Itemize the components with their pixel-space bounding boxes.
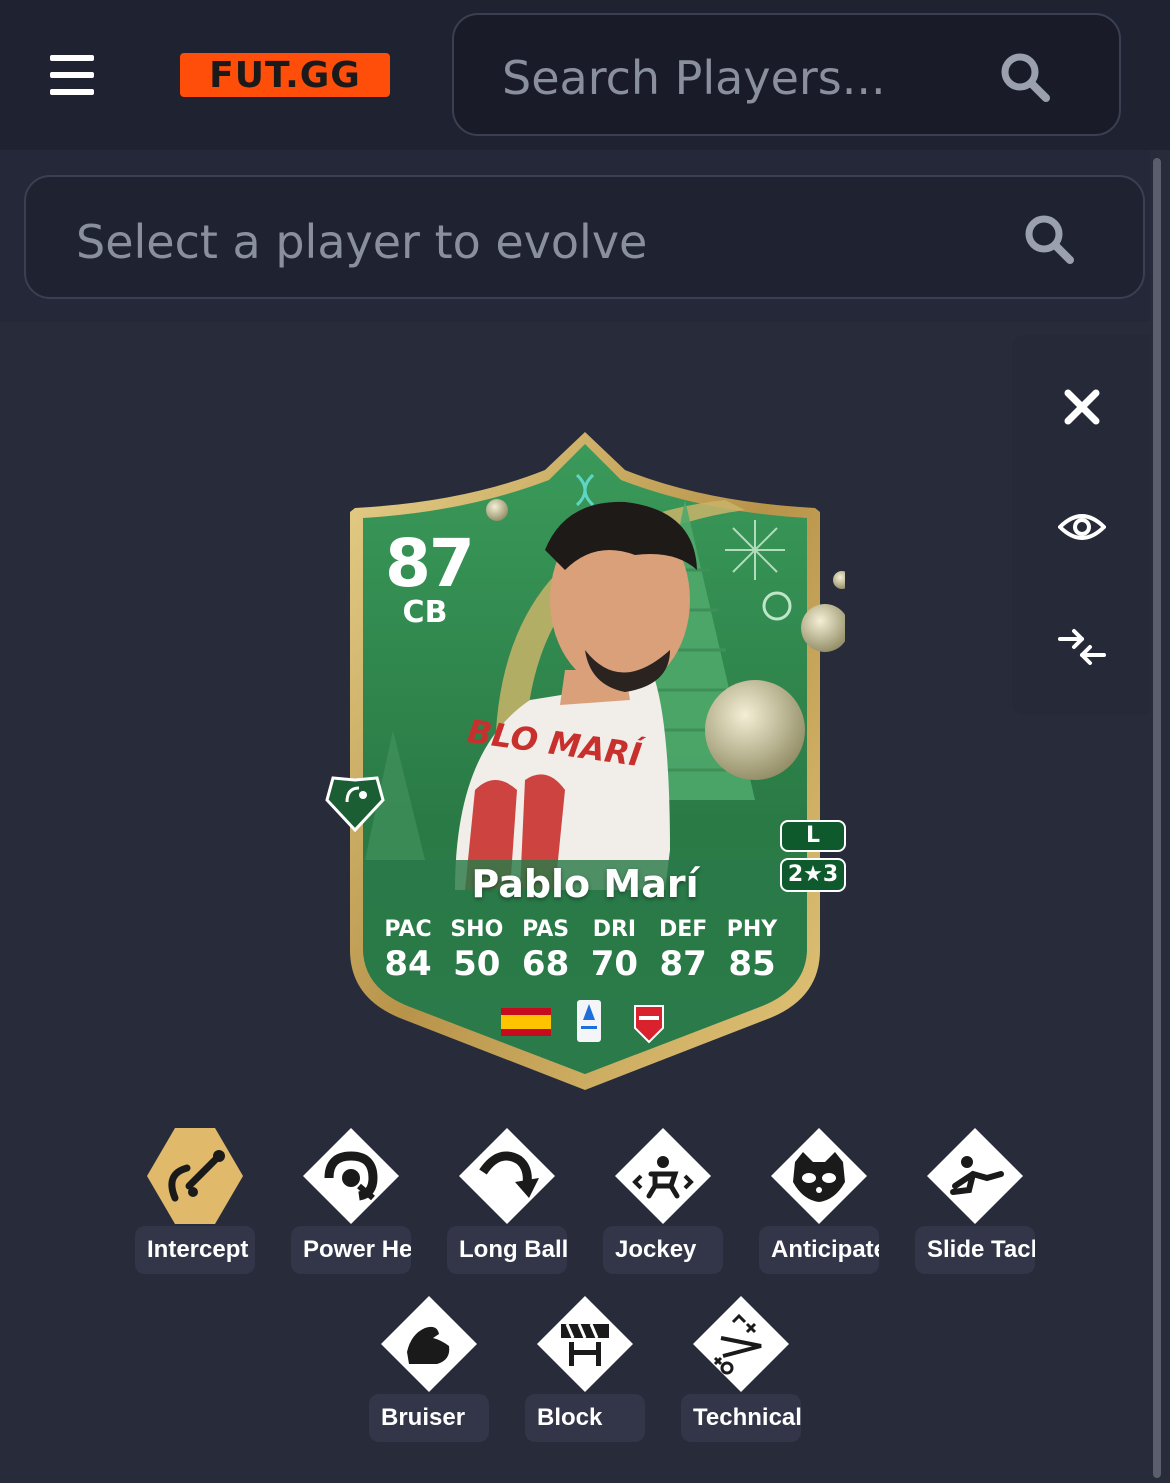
search-icon[interactable]	[1023, 213, 1075, 265]
evolve-player-input[interactable]: Select a player to evolve	[24, 175, 1145, 299]
stat-phy: PHY 85	[724, 917, 780, 984]
compare-button[interactable]	[1052, 617, 1112, 677]
scrollbar[interactable]	[1153, 158, 1161, 1478]
card-actions-panel	[1012, 335, 1150, 715]
evolve-placeholder: Select a player to evolve	[76, 215, 648, 269]
stat-label: PHY	[726, 917, 778, 942]
player-card[interactable]: BLO MARÍ 87 CB Pablo Marí PAC 84 SHO 50 PA…	[325, 430, 846, 1090]
playstyle-label: Technical	[681, 1394, 801, 1442]
block-icon	[537, 1296, 633, 1392]
playstyle-label: Slide Tackle	[915, 1226, 1035, 1274]
playstyle-label: Bruiser	[369, 1394, 489, 1442]
player-rating: 87	[385, 525, 475, 602]
playstyle-label: Long Ball Pass	[447, 1226, 567, 1274]
stat-pas: PAS 68	[518, 917, 574, 984]
search-icon[interactable]	[999, 51, 1051, 103]
intercept-icon	[147, 1128, 243, 1224]
logo[interactable]: FUT.GG	[180, 53, 390, 97]
stat-value: 70	[590, 944, 639, 984]
nation-flag-icon	[501, 1008, 551, 1036]
top-bar: FUT.GG Search Players...	[0, 0, 1170, 150]
anticipate-icon	[771, 1128, 867, 1224]
league-badge-icon	[577, 1000, 601, 1042]
stat-label: PAC	[384, 917, 432, 942]
close-button[interactable]	[1052, 377, 1112, 437]
stat-value: 84	[384, 944, 432, 984]
eye-icon	[1058, 514, 1106, 540]
player-position: CB	[402, 595, 448, 630]
view-button[interactable]	[1052, 497, 1112, 557]
player-name: Pablo Marí	[471, 862, 699, 906]
stat-label: SHO	[450, 917, 504, 942]
logo-text: FUT.GG	[209, 54, 361, 96]
stat-value: 85	[728, 944, 776, 984]
bruiser-icon	[381, 1296, 477, 1392]
search-players-placeholder: Search Players...	[502, 51, 886, 105]
stat-label: DRI	[592, 917, 637, 942]
menu-icon[interactable]	[50, 55, 94, 95]
preferred-foot-badge: L	[780, 820, 846, 852]
stat-value: 50	[453, 944, 501, 984]
skill-weak-foot-badge: 2★3	[780, 858, 846, 892]
compare-arrows-icon	[1058, 629, 1106, 665]
search-players-input[interactable]: Search Players...	[452, 13, 1121, 136]
stat-def: DEF 87	[655, 917, 711, 984]
stat-sho: SHO 50	[449, 917, 505, 984]
long-ball-icon	[459, 1128, 555, 1224]
power-header-icon	[303, 1128, 399, 1224]
playstyle-label: Anticipate	[759, 1226, 879, 1274]
stat-dri: DRI 70	[586, 917, 642, 984]
slide-tackle-icon	[927, 1128, 1023, 1224]
stat-label: PAS	[522, 917, 570, 942]
playstyle-label: Power Header	[291, 1226, 411, 1274]
close-icon	[1064, 389, 1100, 425]
player-stats: PAC 84 SHO 50 PAS 68 DRI 70 DEF 87 PHY 85	[380, 917, 780, 984]
stat-value: 87	[659, 944, 707, 984]
stat-label: DEF	[659, 917, 708, 942]
playstyle-label: Intercept	[135, 1226, 255, 1274]
playstyle-label: Block	[525, 1394, 645, 1442]
jockey-icon	[615, 1128, 711, 1224]
technical-icon	[693, 1296, 789, 1392]
playstyle-label: Jockey	[603, 1226, 723, 1274]
stat-value: 68	[521, 944, 570, 984]
stat-pac: PAC 84	[380, 917, 436, 984]
